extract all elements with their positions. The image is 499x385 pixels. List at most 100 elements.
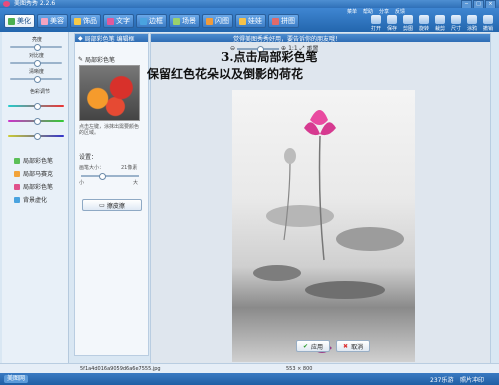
save-button[interactable]: 保存 xyxy=(385,15,399,32)
taskbar: 美图网 237乐游 照片冲印 xyxy=(0,373,499,385)
tab-doll[interactable]: 娃娃 xyxy=(235,14,266,28)
lotus-bud xyxy=(284,148,296,164)
app-logo-icon xyxy=(3,1,10,7)
mosaic-icon xyxy=(14,170,20,177)
annotation-note: 保留红色花朵以及倒影的荷花 xyxy=(147,67,304,81)
tab-accessory[interactable]: 饰品 xyxy=(70,14,101,28)
lotus-stem xyxy=(318,135,325,261)
image-workspace: 觉得美图秀秀好用，要告诉你的朋友哦！ ⊖ ⊕ 1:1 ⤢ 重置 ✔ 应用 ✖ 取消 xyxy=(150,33,491,365)
start-button[interactable]: 美图网 xyxy=(4,375,29,383)
lotus-stem xyxy=(283,160,291,241)
tab-scene[interactable]: 场景 xyxy=(169,14,200,28)
photo-canvas[interactable] xyxy=(232,90,415,362)
sharpness-label: 清晰度 xyxy=(29,69,45,75)
tab-frame[interactable]: 边框 xyxy=(136,14,167,28)
brush-icon: ✎ xyxy=(78,56,84,63)
edit-panel: ◆ 局部彩色笔 编辑框 ✎ 局部彩色笔 点击左键，涂抹出需要颜色的区域。 设置： 画… xyxy=(74,33,149,356)
rotate-button[interactable]: 旋转 xyxy=(417,15,431,32)
brightness-label: 亮度 xyxy=(32,37,43,43)
doll-icon xyxy=(239,17,246,25)
tab-collage[interactable]: 拼图 xyxy=(268,14,299,28)
status-dimensions: 553 × 800 xyxy=(286,366,313,372)
scene-icon xyxy=(173,17,180,25)
contrast-handle[interactable] xyxy=(34,60,41,67)
top-links: 菜单 帮助 分享 反馈 xyxy=(345,8,407,15)
panel-subtitle: ✎ 局部彩色笔 xyxy=(78,56,116,64)
feature-tabs: 美化 美容 饰品 文字 边框 场景 闪图 娃娃 拼图 xyxy=(4,14,299,28)
pink-lotus-flower xyxy=(310,110,328,125)
brightness-slider[interactable] xyxy=(10,44,62,51)
makeup-icon xyxy=(41,17,48,25)
resize-button[interactable]: 尺寸 xyxy=(449,15,463,32)
cancel-button[interactable]: ✖ 取消 xyxy=(336,340,371,352)
doodle-icon xyxy=(467,15,477,24)
effect-mosaic[interactable]: 局部马赛克 xyxy=(14,169,53,178)
lotus-leaf xyxy=(336,227,404,251)
tool-icons: 打开 保存 剪图 旋转 裁剪 尺寸 涂鸦 撤销 xyxy=(369,15,495,32)
text-icon xyxy=(107,17,114,25)
cut-button[interactable]: 剪图 xyxy=(401,15,415,32)
frame-icon xyxy=(140,17,147,25)
apply-button[interactable]: ✔ 应用 xyxy=(296,340,331,352)
contrast-label: 对比度 xyxy=(29,53,45,59)
action-buttons: ✔ 应用 ✖ 取消 xyxy=(296,340,371,352)
rotate-icon xyxy=(419,15,429,24)
cyan-red-handle[interactable] xyxy=(34,103,41,110)
collage-icon xyxy=(272,17,279,25)
small-label: 小 xyxy=(79,180,85,186)
color-pen-2-icon xyxy=(14,183,20,190)
brush-size-label: 画笔大小： xyxy=(79,165,105,171)
help-link[interactable]: 帮助 xyxy=(361,8,375,15)
yellow-blue-slider[interactable] xyxy=(8,133,64,140)
menu-link[interactable]: 菜单 xyxy=(345,8,359,15)
cyan-red-slider[interactable] xyxy=(8,103,64,110)
effect-color-pen-2[interactable]: 局部彩色笔 xyxy=(14,182,53,191)
big-label: 大 xyxy=(133,180,139,186)
sharpness-handle[interactable] xyxy=(34,76,41,83)
brightness-handle[interactable] xyxy=(34,44,41,51)
cancel-icon: ✖ xyxy=(343,342,349,350)
adjust-sidebar: 亮度 对比度 清晰度 色彩调节 局部彩色笔 局部马赛克 局部彩色笔 背景虚化 xyxy=(2,32,69,364)
undo-icon xyxy=(483,15,493,24)
share-link[interactable]: 分享 xyxy=(377,8,391,15)
yellow-blue-handle[interactable] xyxy=(34,133,41,140)
save-icon xyxy=(387,15,397,24)
app-title: 美图秀秀 2.2.6 xyxy=(14,0,56,7)
tab-flash[interactable]: 闪图 xyxy=(202,14,233,28)
beautify-icon xyxy=(8,17,15,25)
open-button[interactable]: 打开 xyxy=(369,15,383,32)
panel-description: 点击左键，涂抹出需要颜色的区域。 xyxy=(79,124,140,136)
taskbar-item-games[interactable]: 237乐游 xyxy=(430,375,453,384)
sharpness-slider[interactable] xyxy=(10,76,62,83)
doodle-button[interactable]: 涂鸦 xyxy=(465,15,479,32)
eraser-button[interactable]: ▭ 擦皮擦 xyxy=(82,199,142,211)
annotation-step: 3.点击局部彩色笔 xyxy=(221,50,318,64)
main-toolbar: 美化 美容 饰品 文字 边框 场景 闪图 娃娃 拼图 菜单 帮助 分享 反馈 打… xyxy=(0,8,499,32)
status-filename: 5f1a4d016a9059d6a6e7555.jpg xyxy=(80,366,161,372)
accessory-icon xyxy=(74,17,81,25)
effect-background-blur[interactable]: 背景虚化 xyxy=(14,195,47,204)
lotus-leaf xyxy=(305,281,385,299)
settings-label: 设置： xyxy=(79,154,98,161)
tab-beautify[interactable]: 美化 xyxy=(4,14,35,28)
contrast-slider[interactable] xyxy=(10,60,62,67)
cut-icon xyxy=(403,15,413,24)
open-icon xyxy=(371,15,381,24)
crop-button[interactable]: 裁剪 xyxy=(433,15,447,32)
color-adjust-title: 色彩调节 xyxy=(30,89,51,95)
resize-icon xyxy=(451,15,461,24)
undo-button[interactable]: 撤销 xyxy=(481,15,495,32)
brush-size-handle[interactable] xyxy=(99,173,106,180)
effect-color-pen[interactable]: 局部彩色笔 xyxy=(14,156,53,165)
lotus-photo xyxy=(253,110,404,353)
panel-header-icon: ◆ xyxy=(78,34,83,42)
taskbar-item-print[interactable]: 照片冲印 xyxy=(460,375,484,384)
crop-icon xyxy=(435,15,445,24)
brush-size-slider[interactable] xyxy=(81,173,139,180)
tab-text[interactable]: 文字 xyxy=(103,14,134,28)
magenta-green-handle[interactable] xyxy=(34,118,41,125)
magenta-green-slider[interactable] xyxy=(8,118,64,125)
tab-makeup[interactable]: 美容 xyxy=(37,14,68,28)
sample-thumbnail xyxy=(79,65,140,121)
feedback-link[interactable]: 反馈 xyxy=(393,8,407,15)
